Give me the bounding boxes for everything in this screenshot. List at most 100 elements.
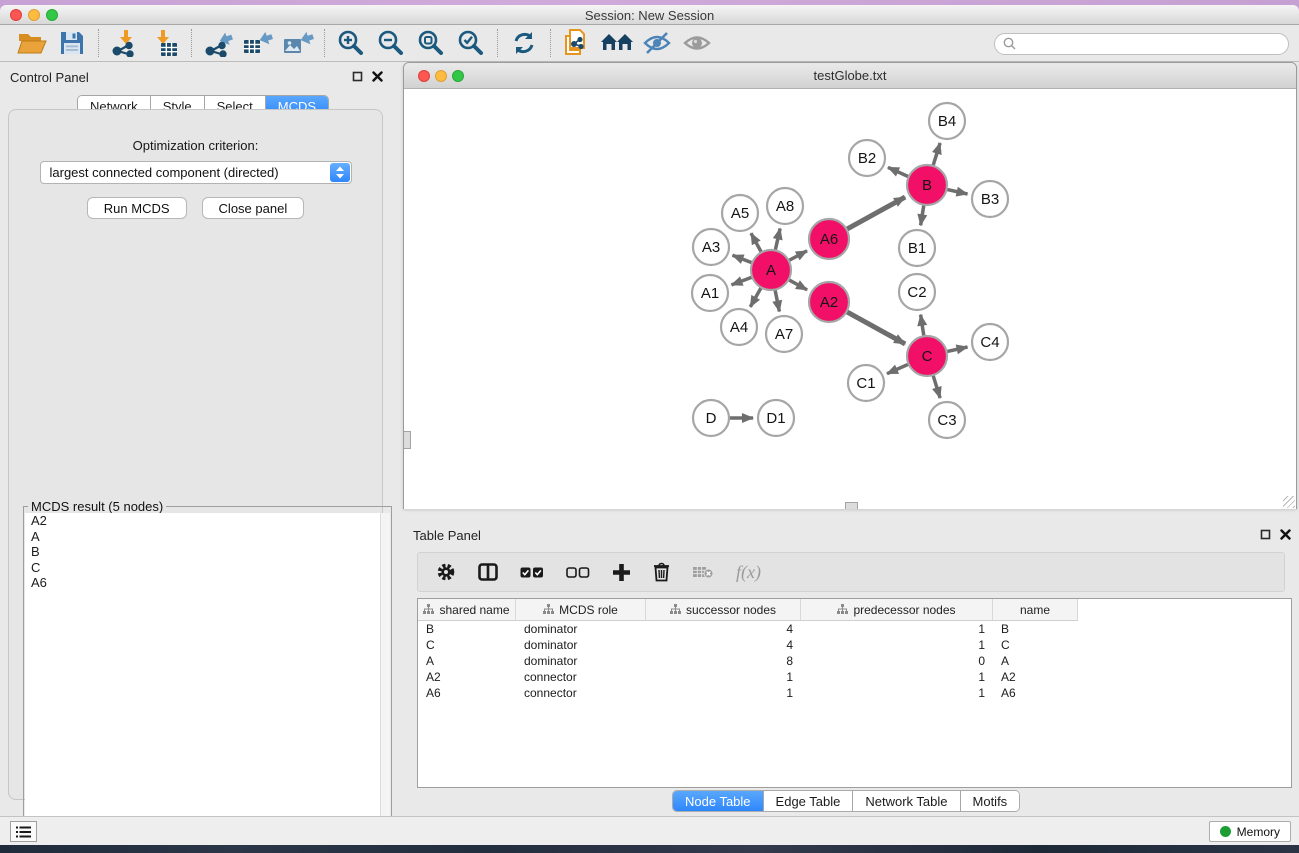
mcds-result-item[interactable]: A2 bbox=[25, 513, 380, 529]
mcds-result-item[interactable]: B bbox=[25, 544, 380, 560]
table-cell: 1 bbox=[646, 669, 801, 685]
table-settings-button[interactable] bbox=[436, 562, 456, 582]
table-row[interactable]: Adominator80A bbox=[418, 653, 1291, 669]
close-panel-icon[interactable] bbox=[1280, 529, 1291, 540]
tab-edge-table[interactable]: Edge Table bbox=[764, 791, 854, 811]
graph-edge-A-A2[interactable] bbox=[787, 279, 807, 290]
graph-edge-A2-C[interactable] bbox=[845, 311, 905, 344]
dropdown-selected-value: largest connected component (directed) bbox=[50, 165, 279, 180]
table-cell: A bbox=[418, 653, 516, 669]
import-network-button[interactable] bbox=[105, 27, 145, 59]
graph-edge-C-C1[interactable] bbox=[887, 363, 911, 373]
tab-network-table[interactable]: Network Table bbox=[853, 791, 960, 811]
import-table-button[interactable] bbox=[145, 27, 185, 59]
deselect-all-columns-button[interactable] bbox=[566, 567, 590, 578]
column-header-mcds-role[interactable]: MCDS role bbox=[516, 599, 646, 621]
graph-edge-A-A7[interactable] bbox=[775, 288, 780, 312]
graph-node-label: C1 bbox=[856, 375, 875, 392]
graph-node-label: C4 bbox=[980, 334, 999, 351]
float-panel-icon[interactable] bbox=[1260, 529, 1271, 540]
graph-node-label: B3 bbox=[981, 191, 999, 208]
columns-icon bbox=[478, 563, 498, 581]
table-cell: 0 bbox=[801, 653, 993, 669]
graph-edge-A-A4[interactable] bbox=[750, 286, 762, 307]
zoom-fit-button[interactable] bbox=[411, 27, 451, 59]
select-all-columns-button[interactable] bbox=[520, 567, 544, 578]
graph-edge-C-C2[interactable] bbox=[921, 315, 925, 339]
graph-edge-C-C4[interactable] bbox=[945, 347, 968, 352]
table-row[interactable]: A2connector11A2 bbox=[418, 669, 1291, 685]
mcds-result-list: A2ABCA6 bbox=[25, 513, 380, 844]
graph-edge-A-A3[interactable] bbox=[733, 255, 755, 263]
save-session-button[interactable] bbox=[52, 27, 92, 59]
houses-icon bbox=[600, 30, 634, 56]
network-canvas[interactable]: AA1A2A3A4A5A6A7A8BB1B2B3B4CC1C2C3C4DD1 bbox=[404, 89, 1296, 509]
table-row[interactable]: Cdominator41C bbox=[418, 637, 1291, 653]
mcds-result-item[interactable]: C bbox=[25, 560, 380, 576]
table-cell: 8 bbox=[646, 653, 801, 669]
delete-column-button[interactable] bbox=[653, 562, 670, 582]
column-header-successor-nodes[interactable]: successor nodes bbox=[646, 599, 801, 621]
tool-palette-grip[interactable] bbox=[404, 431, 411, 449]
tab-node-table[interactable]: Node Table bbox=[673, 791, 764, 811]
graph-edge-B-B4[interactable] bbox=[932, 143, 940, 168]
network-overview-button[interactable] bbox=[597, 27, 637, 59]
column-header-name[interactable]: name bbox=[993, 599, 1078, 621]
mcds-result-item[interactable]: A bbox=[25, 529, 380, 545]
table-row[interactable]: Bdominator41B bbox=[418, 621, 1291, 637]
graph-node-label: A2 bbox=[820, 294, 838, 311]
close-panel-icon[interactable] bbox=[372, 71, 383, 82]
tab-motifs[interactable]: Motifs bbox=[961, 791, 1020, 811]
search-input[interactable] bbox=[994, 33, 1289, 55]
optimization-criterion-label: Optimization criterion: bbox=[9, 138, 382, 153]
graph-edge-B-B3[interactable] bbox=[945, 189, 968, 194]
graph-edge-B-B2[interactable] bbox=[888, 167, 911, 177]
column-type-icon bbox=[670, 604, 681, 615]
column-header-predecessor-nodes[interactable]: predecessor nodes bbox=[801, 599, 993, 621]
zoom-out-button[interactable] bbox=[371, 27, 411, 59]
show-columns-button[interactable] bbox=[478, 563, 498, 581]
control-panel-title: Control Panel bbox=[10, 70, 89, 85]
optimization-criterion-dropdown[interactable]: largest connected component (directed) bbox=[40, 161, 352, 184]
export-network-button[interactable] bbox=[198, 27, 238, 59]
table-selector-tabs: Node TableEdge TableNetwork TableMotifs bbox=[672, 790, 1020, 812]
table-row[interactable]: A6connector11A6 bbox=[418, 685, 1291, 701]
graph-edge-A-A6[interactable] bbox=[787, 251, 807, 262]
graph-edge-A-A1[interactable] bbox=[732, 276, 755, 285]
column-header-shared-name[interactable]: shared name bbox=[418, 599, 516, 621]
zoom-selected-button[interactable] bbox=[451, 27, 491, 59]
table-cell: B bbox=[993, 621, 1078, 637]
run-mcds-button[interactable]: Run MCDS bbox=[87, 197, 187, 219]
birds-eye-grip[interactable] bbox=[845, 502, 858, 509]
table-cell: 1 bbox=[801, 685, 993, 701]
memory-button[interactable]: Memory bbox=[1209, 821, 1291, 842]
network-window-titlebar[interactable]: testGlobe.txt bbox=[404, 63, 1296, 89]
clone-network-button[interactable] bbox=[557, 27, 597, 59]
export-table-button[interactable] bbox=[238, 27, 278, 59]
graph-edge-B-B1[interactable] bbox=[921, 203, 925, 226]
create-column-button[interactable] bbox=[612, 563, 631, 582]
graph-node-label: B2 bbox=[858, 150, 876, 167]
float-panel-icon[interactable] bbox=[352, 71, 363, 82]
graph-node-label: C2 bbox=[907, 284, 926, 301]
table-cell: connector bbox=[516, 685, 646, 701]
refresh-button[interactable] bbox=[504, 27, 544, 59]
result-scrollbar[interactable] bbox=[380, 513, 390, 844]
show-graphics-details-button[interactable] bbox=[677, 27, 717, 59]
mcds-result-item[interactable]: A6 bbox=[25, 575, 380, 591]
export-image-button[interactable] bbox=[278, 27, 318, 59]
panel-list-button[interactable] bbox=[10, 821, 37, 842]
hide-graphics-details-button[interactable] bbox=[637, 27, 677, 59]
delete-table-button[interactable] bbox=[692, 565, 714, 579]
graph-edge-C-C3[interactable] bbox=[932, 373, 940, 398]
open-session-button[interactable] bbox=[12, 27, 52, 59]
window-resize-grip[interactable] bbox=[1283, 496, 1295, 508]
refresh-icon bbox=[511, 30, 537, 56]
graph-node-label: D1 bbox=[766, 410, 785, 427]
graph-edge-A-A8[interactable] bbox=[775, 229, 780, 253]
zoom-in-button[interactable] bbox=[331, 27, 371, 59]
graph-edge-A6-B[interactable] bbox=[845, 197, 905, 230]
graph-edge-A-A5[interactable] bbox=[751, 233, 762, 254]
close-panel-button[interactable]: Close panel bbox=[202, 197, 305, 219]
function-builder-button[interactable]: f(x) bbox=[736, 562, 761, 583]
